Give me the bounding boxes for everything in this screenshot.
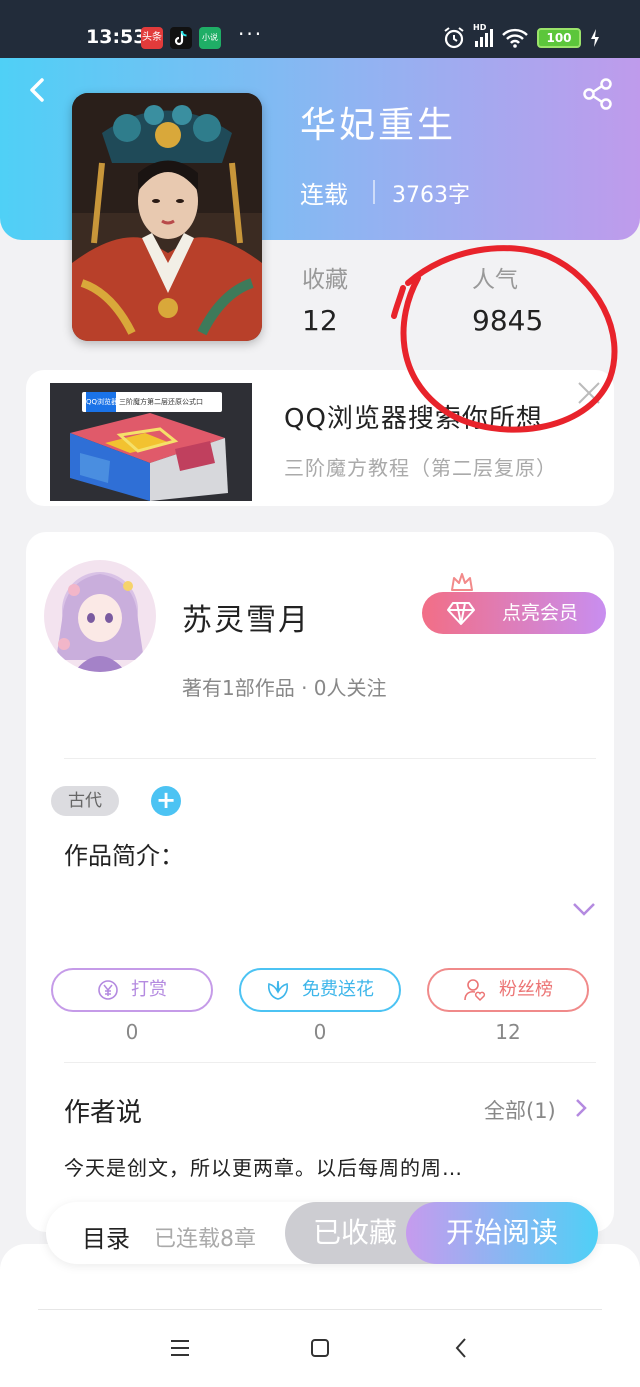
charging-icon <box>591 29 599 47</box>
more-notifications-icon: ··· <box>238 22 264 46</box>
ad-image: QQ浏览器三阶魔方第二层还原公式口 <box>50 383 252 501</box>
author-name: 苏灵雪月 <box>182 603 310 638</box>
divider <box>64 758 596 759</box>
home-icon[interactable] <box>306 1334 334 1362</box>
coin-icon <box>98 980 118 1000</box>
back-button[interactable] <box>20 72 56 108</box>
send-flower-label: 免费送花 <box>302 979 374 1000</box>
fan-rank-button[interactable]: 粉丝榜 <box>427 968 589 1012</box>
fan-rank-label: 粉丝榜 <box>499 979 553 1000</box>
vip-button-label: 点亮会员 <box>501 602 578 624</box>
serial-status: 连载 <box>300 181 348 209</box>
author-meta: 著有1部作品 · 0人关注 <box>182 676 387 700</box>
author-avatar[interactable] <box>44 560 156 672</box>
menu-icon[interactable] <box>166 1334 194 1362</box>
chevron-down-icon[interactable] <box>572 900 596 918</box>
wifi-icon <box>502 28 528 48</box>
nav-back-icon[interactable] <box>448 1334 476 1362</box>
popularity-label: 人气 <box>472 267 518 293</box>
start-reading-label: 开始阅读 <box>445 1216 558 1249</box>
word-count: 3763字 <box>392 183 470 208</box>
send-flower-button[interactable]: 免费送花 <box>239 968 401 1012</box>
ad-search-text: 三阶魔方第二层还原公式口 <box>119 398 203 406</box>
bottom-panel <box>0 1244 640 1387</box>
close-icon[interactable] <box>574 378 604 408</box>
flower-count: 0 <box>313 1020 327 1044</box>
status-divider <box>373 180 375 204</box>
genre-tag[interactable]: 古代 <box>51 786 119 816</box>
author-says-title: 作者说 <box>64 1098 143 1128</box>
ad-card[interactable]: QQ浏览器三阶魔方第二层还原公式口 QQ浏览器搜索你所想 三阶魔方教程（第二层复… <box>26 370 614 506</box>
signal-icon: HD <box>473 23 493 47</box>
crown-icon <box>451 573 473 591</box>
ad-subtitle: 三阶魔方教程（第二层复原） <box>284 456 557 480</box>
toc-button[interactable]: 目录 <box>82 1219 130 1254</box>
tip-label: 打赏 <box>131 979 167 1000</box>
douyin-app-icon <box>170 27 192 49</box>
favorited-label: 已收藏 <box>313 1216 398 1249</box>
tip-count: 0 <box>125 1020 139 1044</box>
chevron-right-icon[interactable] <box>574 1097 588 1119</box>
network-type-label: HD <box>473 23 487 32</box>
toc-chapter-count[interactable]: 已连载8章 <box>154 1221 256 1253</box>
fan-icon <box>464 979 486 1002</box>
ad-title[interactable]: QQ浏览器搜索你所想 <box>284 398 543 435</box>
diamond-icon <box>447 602 475 625</box>
ad-search-box: QQ浏览器三阶魔方第二层还原公式口 <box>82 392 222 412</box>
fan-count: 12 <box>495 1020 521 1044</box>
divider <box>64 1062 596 1063</box>
favorites-count: 12 <box>302 304 338 337</box>
favorites-label: 收藏 <box>302 267 348 293</box>
start-reading-button[interactable]: 开始阅读 <box>406 1202 598 1264</box>
add-tag-button[interactable]: + <box>151 786 181 816</box>
author-says-text[interactable]: 今天是创文，所以更两章。以后每周的周… <box>64 1152 463 1181</box>
battery-icon: 100 <box>537 28 581 48</box>
share-icon[interactable] <box>580 76 616 112</box>
intro-label: 作品简介： <box>64 842 184 870</box>
book-title: 华妃重生 <box>300 105 457 146</box>
ad-search-brand: QQ浏览器 <box>86 392 118 412</box>
status-bar: 13:53 头条 小说 ··· HD 100 <box>0 0 640 58</box>
tip-button[interactable]: 打赏 <box>51 968 213 1012</box>
status-time: 13:53 <box>86 26 147 48</box>
toutiao-app-icon: 头条 <box>141 27 163 49</box>
flower-icon <box>267 980 289 1000</box>
popularity-count: 9845 <box>472 304 544 337</box>
author-says-all-link[interactable]: 全部(1) <box>484 1095 556 1125</box>
alarm-icon <box>444 27 464 49</box>
nav-divider <box>38 1309 602 1310</box>
novel-app-icon: 小说 <box>199 27 221 49</box>
book-cover[interactable] <box>72 93 262 341</box>
